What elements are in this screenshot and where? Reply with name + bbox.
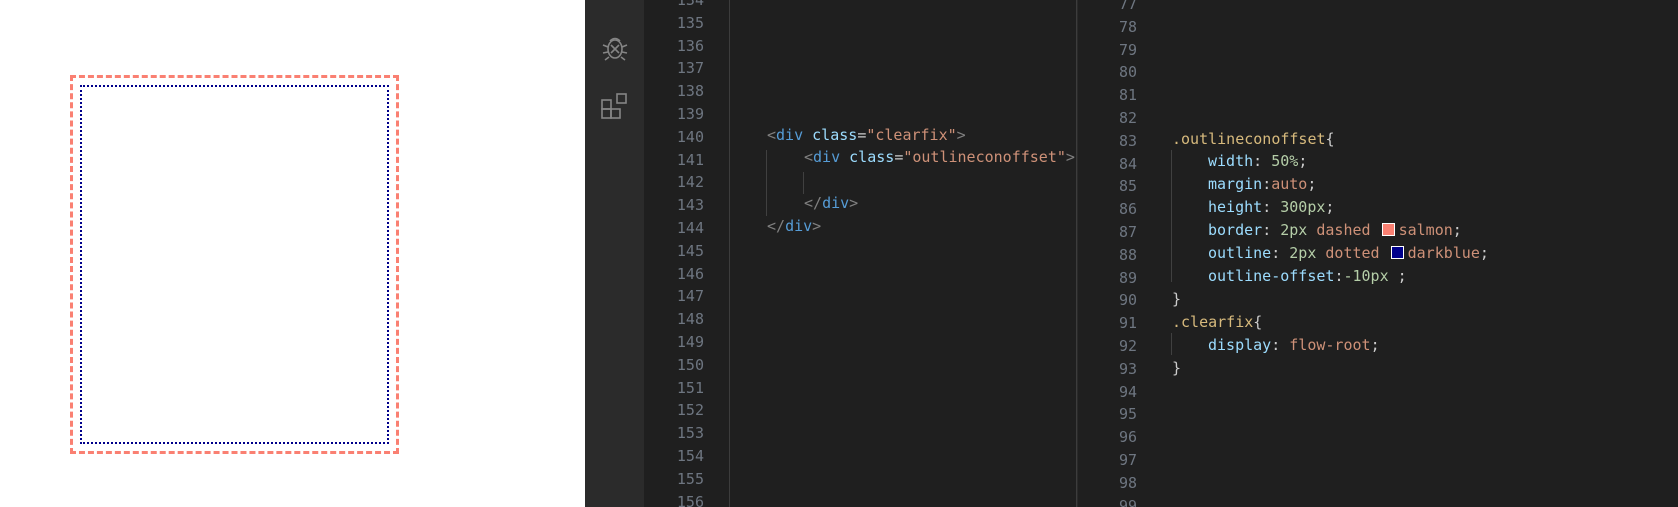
line-number: 84: [1118, 154, 1137, 173]
source-control-icon[interactable]: 6: [599, 0, 631, 18]
activity-bar: 6: [585, 0, 644, 507]
css-code[interactable]: .outlineconoffset{ width: 50%; margin:au…: [1172, 0, 1489, 377]
line-number: 86: [1118, 200, 1137, 219]
line-number: 154: [676, 447, 704, 465]
line-number: 96: [1118, 428, 1137, 447]
code-line-83: .outlineconoffset{: [1172, 130, 1335, 148]
code-line-85: margin:auto;: [1208, 175, 1317, 193]
code-line-90: }: [1172, 290, 1182, 308]
line-number: 148: [676, 310, 704, 329]
line-number: 97: [1118, 451, 1137, 469]
code-line-88: outline: 2px dotted darkblue;: [1208, 244, 1489, 262]
code-line-93: }: [1172, 359, 1182, 377]
line-number: 145: [676, 241, 704, 260]
line-number: 95: [1118, 405, 1137, 424]
indent-guide: [766, 150, 767, 216]
line-number: 150: [676, 355, 704, 374]
line-number: 139: [676, 105, 704, 123]
line-number: 143: [676, 196, 704, 215]
line-number: 79: [1118, 40, 1137, 59]
line-number: 147: [676, 287, 704, 306]
extensions-icon[interactable]: [599, 91, 631, 123]
line-number: 85: [1118, 177, 1137, 196]
indent-guide: [803, 172, 804, 194]
line-number: 156: [676, 492, 704, 507]
line-number: 90: [1118, 291, 1137, 310]
code-line-140: <div class="clearfix">: [767, 126, 966, 144]
html-code[interactable]: <div class="clearfix"> <div class="outli…: [767, 0, 1075, 235]
outline-dotted: [80, 85, 389, 444]
code-line-141: <div class="outlineconoffset">: [804, 148, 1075, 166]
line-number: 87: [1118, 223, 1137, 241]
line-number: 92: [1118, 337, 1137, 355]
line-number: 142: [676, 173, 704, 192]
line-number: 135: [676, 13, 704, 32]
code-line-91: .clearfix{: [1172, 313, 1263, 331]
line-number: 155: [676, 469, 704, 488]
line-number: 134: [676, 0, 704, 9]
line-number: 149: [676, 333, 704, 351]
browser-preview: [0, 0, 585, 507]
line-number: 153: [676, 424, 704, 443]
line-number: 82: [1118, 109, 1137, 127]
line-number: 83: [1118, 131, 1137, 150]
code-line-92: display: flow-root;: [1208, 336, 1380, 354]
line-number: 98: [1118, 473, 1137, 492]
color-swatch-salmon[interactable]: [1381, 223, 1395, 236]
line-number: 140: [676, 127, 704, 146]
pane-border: [1077, 0, 1078, 507]
line-number: 141: [676, 150, 704, 169]
line-number: 146: [676, 264, 704, 283]
code-line-89: outline-offset:-10px ;: [1208, 267, 1407, 285]
line-number: 77: [1118, 0, 1137, 13]
vscode-window: 6 13413513613713813914014114214314: [585, 0, 1678, 507]
line-number: 78: [1118, 17, 1137, 36]
code-line-87: border: 2px dashed salmon;: [1208, 221, 1462, 239]
minimap-separator: [729, 0, 730, 507]
line-number: 89: [1118, 268, 1137, 287]
run-debug-icon[interactable]: [599, 31, 631, 63]
line-number: 144: [676, 219, 704, 237]
line-number: 152: [676, 401, 704, 420]
line-number: 94: [1118, 382, 1137, 401]
css-editor-pane[interactable]: 77 78 79 80 81 82 83 84 85 86 87 88 89 90 91 92 93 94 95 96…: [1077, 0, 1678, 507]
line-number: 138: [676, 82, 704, 101]
line-number: 137: [676, 59, 704, 78]
code-line-86: height: 300px;: [1208, 198, 1335, 216]
line-number: 99: [1118, 496, 1137, 507]
code-line-144: </div>: [767, 217, 822, 235]
line-number: 151: [676, 378, 704, 397]
line-number: 80: [1118, 63, 1137, 82]
line-number: 136: [676, 36, 704, 55]
outlineconoffset-box: [70, 75, 399, 454]
line-number: 88: [1118, 245, 1137, 264]
code-line-143: </div>: [804, 194, 859, 212]
color-swatch-darkblue[interactable]: [1390, 246, 1404, 259]
html-editor-pane[interactable]: 134 135 136 137 138 139 140 141 142 143 144 145 146 1…: [644, 0, 1076, 507]
code-line-84: width: 50%;: [1208, 152, 1308, 170]
line-number: 93: [1118, 359, 1137, 378]
line-number: 91: [1118, 314, 1137, 333]
indent-guide: [1171, 333, 1172, 355]
line-number: 81: [1118, 86, 1137, 105]
